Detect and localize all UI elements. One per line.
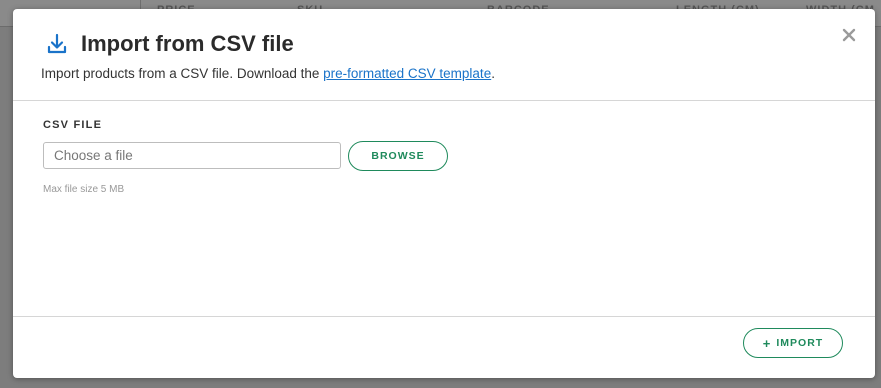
subtitle-end: . — [491, 66, 495, 81]
dialog-footer: + IMPORT — [13, 316, 875, 379]
close-icon — [842, 28, 856, 42]
dialog-body: CSV FILE BROWSE Max file size 5 MB — [13, 101, 875, 316]
csv-file-label: CSV FILE — [43, 119, 103, 131]
dialog-title: Import from CSV file — [81, 31, 294, 56]
plus-icon: + — [762, 335, 772, 351]
import-button-label: IMPORT — [776, 337, 824, 349]
csv-template-link[interactable]: pre-formatted CSV template — [323, 66, 491, 81]
download-icon — [46, 33, 68, 55]
import-button[interactable]: + IMPORT — [743, 328, 843, 358]
close-button[interactable] — [841, 27, 857, 43]
import-csv-dialog: Import from CSV file Import products fro… — [13, 9, 875, 378]
dialog-subtitle: Import products from a CSV file. Downloa… — [41, 66, 495, 81]
dialog-header: Import from CSV file Import products fro… — [13, 9, 875, 101]
dialog-title-row: Import from CSV file — [46, 31, 294, 57]
max-file-size-hint: Max file size 5 MB — [43, 184, 125, 195]
browse-button[interactable]: BROWSE — [348, 141, 448, 171]
file-chooser-input[interactable] — [43, 142, 341, 169]
subtitle-text: Import products from a CSV file. Downloa… — [41, 66, 324, 81]
